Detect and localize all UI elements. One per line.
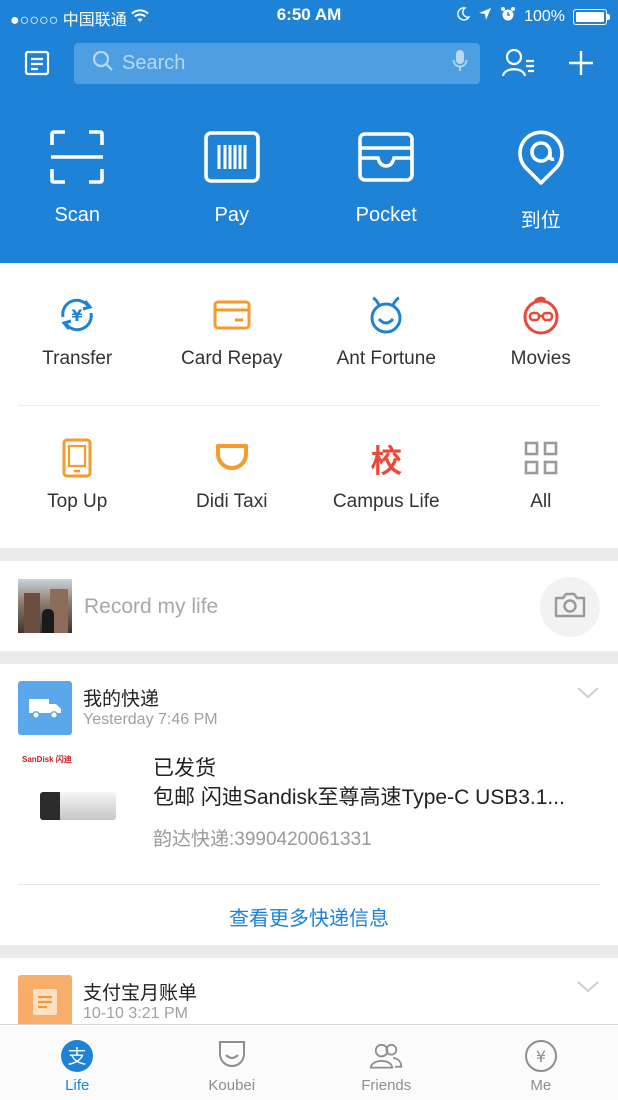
tab-label: Life — [65, 1077, 90, 1094]
product-image[interactable]: SanDisk 闪迪 — [18, 752, 136, 864]
contacts-icon[interactable] — [498, 42, 540, 84]
tab-me[interactable]: ¥ Me — [464, 1025, 618, 1100]
alarm-icon — [500, 6, 516, 27]
service-ant-fortune[interactable]: Ant Fortune — [309, 295, 464, 370]
card-divider — [18, 884, 600, 885]
card-title: 我的快递 — [83, 689, 160, 710]
svg-text:¥: ¥ — [72, 306, 83, 325]
campus-icon: 校 — [370, 443, 402, 480]
product-description: 包邮 闪迪Sandisk至尊高速Type-C USB3.1... — [153, 786, 565, 809]
me-icon: ¥ — [524, 1039, 558, 1073]
search-input[interactable]: Search — [74, 43, 480, 84]
pocket-button[interactable]: Pocket — [309, 128, 464, 233]
bill-card[interactable]: 支付宝月账单 10-10 3:21 PM — [0, 958, 618, 1028]
card-time: Yesterday 7:46 PM — [83, 711, 218, 728]
record-placeholder: Record my life — [84, 595, 219, 618]
service-transfer[interactable]: ¥ Transfer — [0, 295, 155, 370]
top-bar: Search — [0, 42, 618, 84]
battery-percent: 100% — [524, 7, 565, 25]
friends-icon — [369, 1039, 403, 1073]
battery-icon — [573, 8, 607, 25]
tab-koubei[interactable]: Koubei — [155, 1025, 310, 1100]
bill-list-icon[interactable] — [16, 42, 58, 84]
card-title: 支付宝月账单 — [83, 983, 198, 1004]
camera-button[interactable] — [540, 577, 600, 637]
header-area: ●○○○○ 中国联通 6:50 AM 100% Search Scan Pay … — [0, 0, 618, 263]
didi-icon — [212, 438, 252, 478]
plus-icon[interactable] — [560, 42, 602, 84]
grid-all-icon — [521, 438, 561, 478]
service-label: Top Up — [47, 491, 108, 512]
tab-bar: 支 Life Koubei Friends ¥ Me — [0, 1024, 618, 1100]
tab-label: Koubei — [208, 1077, 256, 1094]
transfer-icon: ¥ — [57, 295, 97, 335]
service-label: Movies — [510, 348, 571, 369]
more-express-link[interactable]: 查看更多快递信息 — [0, 902, 618, 931]
truck-icon — [18, 681, 72, 735]
express-card[interactable]: 我的快递 Yesterday 7:46 PM SanDisk 闪迪 已发货 包邮… — [0, 664, 618, 945]
record-life-bar[interactable]: Record my life — [0, 561, 618, 651]
quick-actions: Scan Pay Pocket 到位 — [0, 128, 618, 233]
service-label: Campus Life — [332, 491, 440, 512]
phone-topup-icon — [57, 438, 97, 478]
tab-label: Me — [530, 1077, 552, 1094]
service-label: Card Repay — [181, 348, 283, 369]
pocket-label: Pocket — [355, 204, 417, 226]
tab-label: Friends — [361, 1077, 412, 1094]
service-label: Ant Fortune — [336, 348, 436, 369]
service-card-repay[interactable]: Card Repay — [155, 295, 310, 370]
service-label: All — [530, 491, 552, 512]
tab-life[interactable]: 支 Life — [0, 1025, 155, 1100]
service-top-up[interactable]: Top Up — [0, 438, 155, 513]
status-bar: ●○○○○ 中国联通 6:50 AM 100% — [0, 0, 618, 32]
card-time: 10-10 3:21 PM — [83, 1005, 188, 1022]
svg-text:¥: ¥ — [536, 1047, 546, 1066]
shipping-status: 已发货 — [153, 757, 216, 780]
service-grid: ¥ Transfer Card Repay Ant Fortune Movies — [0, 263, 618, 548]
koubei-icon — [215, 1039, 249, 1073]
pay-button[interactable]: Pay — [155, 128, 310, 233]
daowei-label: 到位 — [520, 210, 561, 232]
tab-friends[interactable]: Friends — [309, 1025, 464, 1100]
scan-label: Scan — [54, 204, 101, 226]
chevron-down-icon[interactable] — [576, 980, 600, 999]
scan-button[interactable]: Scan — [0, 128, 155, 233]
bill-icon — [18, 975, 72, 1028]
wallet-icon — [357, 128, 415, 186]
life-icon: 支 — [60, 1039, 94, 1073]
tracking-number: 韵达快递:3990420061331 — [153, 829, 372, 850]
scan-icon — [48, 128, 106, 186]
service-label: Didi Taxi — [196, 491, 268, 512]
service-movies[interactable]: Movies — [464, 295, 618, 370]
avatar[interactable] — [18, 579, 72, 633]
location-pin-icon — [512, 128, 570, 186]
service-all[interactable]: All — [464, 438, 618, 513]
service-didi-taxi[interactable]: Didi Taxi — [155, 438, 310, 513]
location-arrow-icon — [478, 7, 492, 26]
pay-label: Pay — [214, 204, 249, 226]
grid-divider — [18, 405, 600, 406]
chevron-down-icon[interactable] — [576, 686, 600, 705]
service-campus-life[interactable]: 校 Campus Life — [309, 438, 464, 513]
credit-card-icon — [212, 295, 252, 335]
service-label: Transfer — [42, 348, 113, 369]
movies-icon — [521, 295, 561, 335]
microphone-icon[interactable] — [452, 49, 468, 79]
search-icon — [92, 50, 114, 78]
daowei-button[interactable]: 到位 — [464, 128, 618, 233]
camera-icon — [553, 591, 587, 624]
moon-icon — [456, 7, 471, 26]
svg-text:支: 支 — [68, 1046, 87, 1068]
search-placeholder: Search — [122, 52, 186, 74]
barcode-icon — [203, 128, 261, 186]
ant-fortune-icon — [366, 295, 406, 335]
product-brand: SanDisk 闪迪 — [22, 755, 72, 764]
